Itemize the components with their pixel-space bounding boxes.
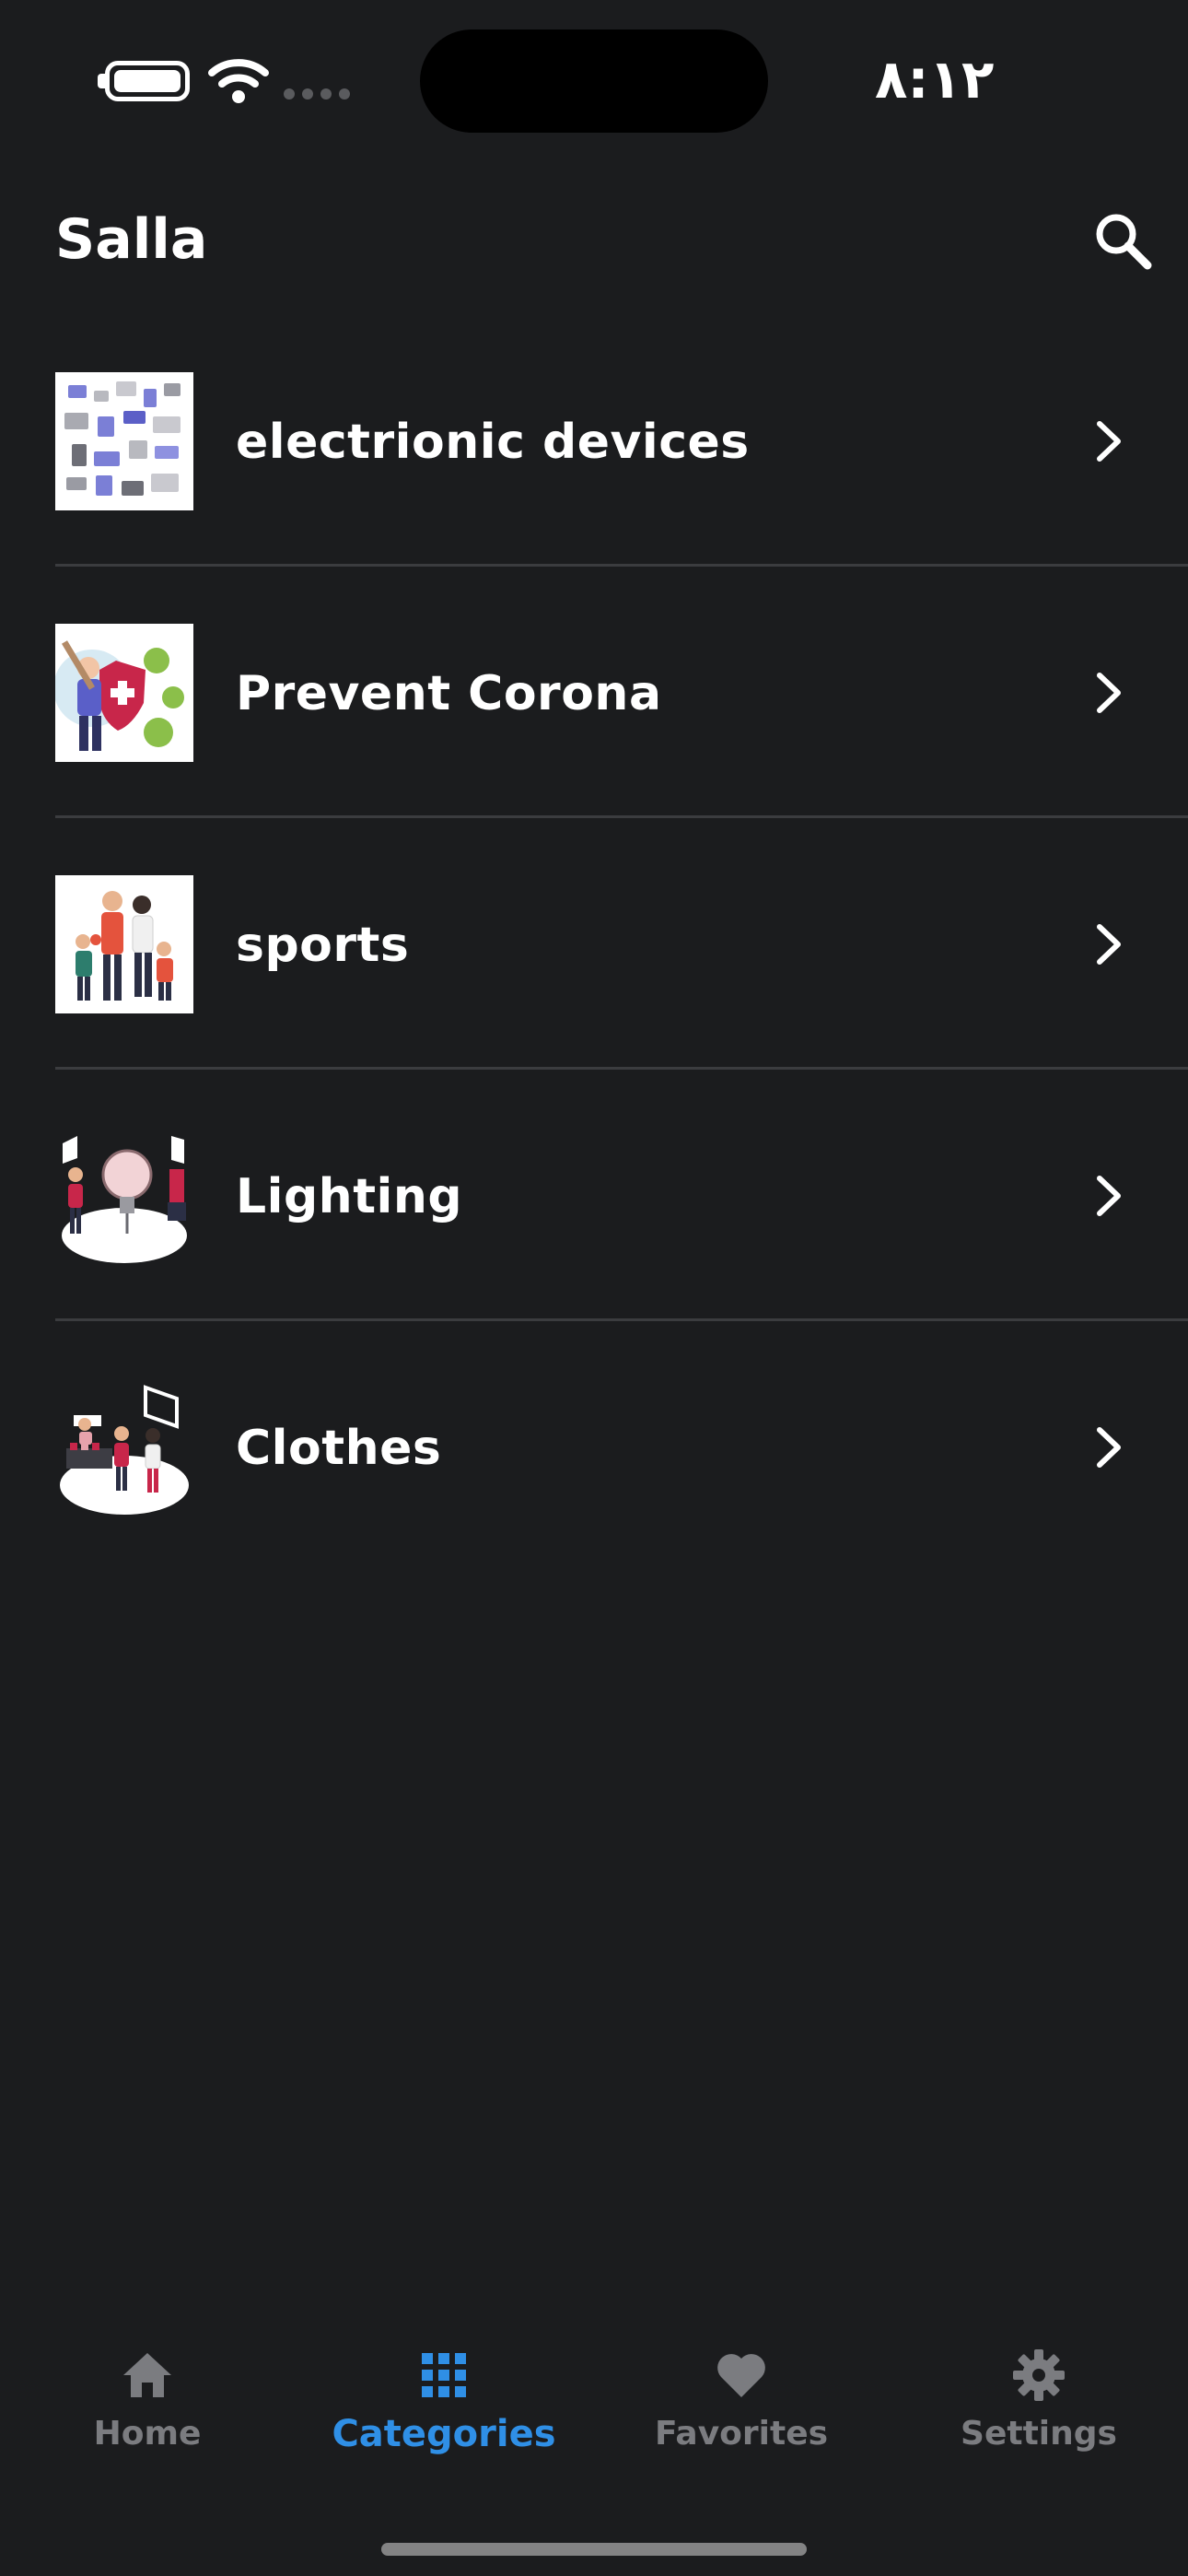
category-row-clothes[interactable]: Clothes	[0, 1321, 1188, 1573]
search-icon[interactable]	[1090, 208, 1155, 273]
tab-label: Home	[93, 2415, 202, 2453]
category-label: electrionic devices	[236, 415, 750, 470]
tab-home[interactable]: Home	[0, 2322, 295, 2478]
tab-bar: Home Categories Favorites Settings	[0, 2322, 1188, 2576]
chevron-right-icon	[1097, 1427, 1121, 1468]
status-time: ٨:١٢	[875, 48, 995, 111]
chevron-right-icon	[1097, 924, 1121, 965]
sports-thumbnail	[55, 875, 193, 1013]
category-row-electronics[interactable]: electrionic devices	[0, 315, 1188, 567]
tab-categories[interactable]: Categories	[297, 2322, 591, 2478]
battery-icon	[105, 61, 190, 101]
home-indicator[interactable]	[381, 2543, 807, 2556]
category-label: Prevent Corona	[236, 666, 662, 721]
category-row-prevent-corona[interactable]: Prevent Corona	[0, 567, 1188, 818]
lighting-thumbnail	[55, 1127, 193, 1265]
tab-label: Settings	[961, 2415, 1117, 2453]
grid-icon	[422, 2353, 466, 2397]
category-row-lighting[interactable]: Lighting	[0, 1070, 1188, 1321]
electronics-thumbnail	[55, 372, 193, 510]
gear-icon	[1013, 2349, 1065, 2401]
category-row-sports[interactable]: sports	[0, 818, 1188, 1070]
chevron-right-icon	[1097, 673, 1121, 713]
dynamic-island	[420, 29, 768, 133]
cellular-signal-icon	[284, 88, 350, 100]
app-screen: ٨:١٢ Salla electrionic devices Prevent C…	[0, 0, 1188, 2576]
battery-cap	[98, 74, 105, 88]
chevron-right-icon	[1097, 1176, 1121, 1216]
status-bar: ٨:١٢	[0, 0, 1188, 157]
category-label: Clothes	[236, 1421, 442, 1476]
category-label: sports	[236, 918, 410, 973]
category-label: Lighting	[236, 1169, 463, 1224]
heart-icon	[717, 2354, 765, 2397]
tab-favorites[interactable]: Favorites	[594, 2322, 889, 2478]
wifi-icon	[208, 59, 269, 103]
chevron-right-icon	[1097, 421, 1121, 462]
tab-label: Favorites	[654, 2415, 829, 2453]
tab-label: Categories	[332, 2413, 556, 2455]
page-title: Salla	[55, 207, 208, 272]
corona-thumbnail	[55, 624, 193, 762]
clothes-thumbnail	[55, 1378, 193, 1516]
category-list: electrionic devices Prevent Corona sport…	[0, 315, 1188, 1573]
home-icon	[123, 2353, 171, 2397]
tab-settings[interactable]: Settings	[891, 2322, 1186, 2478]
